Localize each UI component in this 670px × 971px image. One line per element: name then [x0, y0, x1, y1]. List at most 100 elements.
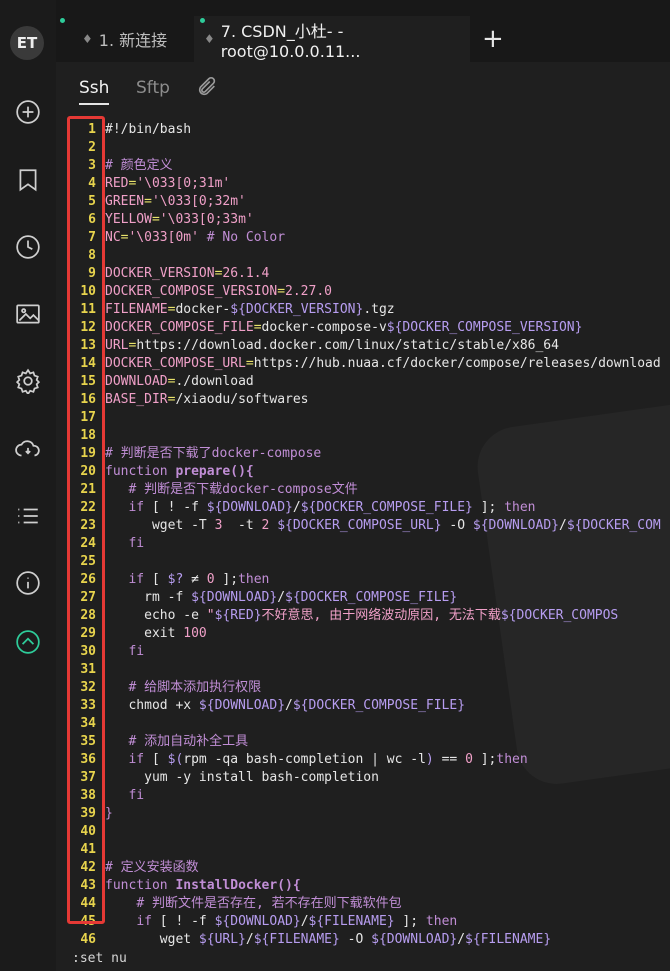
attachment-icon[interactable] — [196, 76, 218, 103]
code-text: # 判断是否下载docker-compose文件 — [105, 481, 358, 499]
code-token: then — [496, 752, 528, 767]
code-token: ${DOCKER_COM — [566, 518, 661, 533]
code-token: # 给脚本添加执行权限 — [128, 680, 262, 695]
code-token: ${DOCKER_COMPOSE_VERSION} — [386, 320, 583, 335]
code-text: NC='\033[0m' # No Color — [105, 229, 285, 247]
code-token: ]; — [472, 500, 505, 515]
code-text: DOCKER_COMPOSE_FILE=docker-compose-v${DO… — [105, 319, 582, 337]
code-token: ${DOWNLOAD} — [472, 518, 559, 533]
code-token: [ ! -f — [144, 500, 207, 515]
gear-icon[interactable] — [14, 367, 42, 395]
add-circle-icon[interactable] — [14, 98, 42, 126]
code-token: ]; — [472, 752, 497, 767]
code-token: ]; — [214, 572, 239, 587]
watermark-logo — [472, 390, 670, 790]
code-token: $( — [167, 752, 184, 767]
code-token: '\033[0m' — [128, 230, 199, 245]
code-text: if [ $? ≠ 0 ];then — [105, 571, 269, 589]
code-token: chmod +x — [105, 698, 199, 713]
code-text: chmod +x ${DOWNLOAD}/${DOCKER_COMPOSE_FI… — [105, 697, 465, 715]
code-text: # 判断是否下载了docker-compose — [105, 445, 321, 463]
code-token: = — [253, 320, 262, 335]
tab-label: 1. 新连接 — [98, 31, 168, 50]
code-token: DOCKER_VERSION — [105, 266, 215, 281]
tab-bar: ♦ 1. 新连接 ♦ 7. CSDN_小杜- - root@10.0.0.11.… — [56, 0, 670, 62]
code-text: DOCKER_VERSION=26.1.4 — [105, 265, 269, 283]
code-token: function — [105, 878, 176, 893]
code-text: # 判断文件是否存在, 若不存在则下载软件包 — [105, 895, 401, 913]
code-token: fi — [128, 536, 145, 551]
code-token: # 判断是否下载docker-compose文件 — [128, 482, 358, 497]
code-token: = — [245, 356, 254, 371]
code-token: fi — [128, 788, 145, 803]
code-token: if — [128, 752, 145, 767]
code-token: wget — [105, 932, 199, 947]
line-number-highlight-box — [67, 116, 105, 924]
code-token: ${DOWNLOAD} — [371, 932, 458, 947]
code-token: / — [457, 932, 466, 947]
code-token: 26.1.4 — [222, 266, 270, 281]
code-text: if [ ! -f ${DOWNLOAD}/${FILENAME} ]; the… — [105, 913, 457, 931]
code-token: ${FILENAME} — [253, 932, 340, 947]
cloud-sync-icon[interactable] — [14, 435, 42, 463]
code-token: / — [277, 590, 286, 605]
code-token: if — [128, 572, 145, 587]
code-text: DOCKER_COMPOSE_URL=https://hub.nuaa.cf/d… — [105, 355, 661, 373]
code-token: = — [277, 284, 286, 299]
code-token: then — [238, 572, 270, 587]
code-token: ${DOCKER_COMPOSE_FILE} — [285, 590, 458, 605]
vim-command-line[interactable]: :set nu — [56, 950, 670, 971]
code-token: ${DOCKER_COMPOSE_URL} — [277, 518, 442, 533]
code-token: RED — [105, 176, 129, 191]
code-token: DOCKER_COMPOSE_URL — [105, 356, 246, 371]
code-token: ${DOCKER_VERSION} — [230, 302, 364, 317]
code-token: -O — [441, 518, 473, 533]
image-icon[interactable] — [14, 300, 42, 328]
code-token: ${DOWNLOAD} — [214, 914, 301, 929]
code-token: yum -y install bash-completion — [105, 770, 379, 785]
code-token: / — [245, 932, 254, 947]
code-token: ./download — [175, 374, 254, 389]
code-token: URL — [105, 338, 129, 353]
terminal-editor[interactable]: 1 #!/bin/bash 2 3 # 颜色定义 4 RED='\033[0;31m' 5 GR… — [56, 110, 670, 950]
code-token: # 判断是否下载了docker-compose — [105, 446, 322, 461]
code-text: exit 100 — [105, 625, 207, 643]
chevron-up-circle-icon[interactable] — [14, 628, 42, 656]
code-token: '\033[0;31m' — [136, 176, 231, 191]
new-tab-button[interactable]: + — [482, 26, 504, 52]
status-dot — [60, 18, 65, 23]
code-token: https://download.docker.com/linux/static… — [136, 338, 559, 353]
bookmark-icon[interactable] — [14, 166, 42, 194]
code-token: $? — [167, 572, 184, 587]
code-token: -t — [222, 518, 262, 533]
app-logo[interactable]: ET — [10, 26, 44, 60]
line-number: 46 — [80, 932, 96, 947]
code-token: # 颜色定义 — [105, 158, 173, 173]
code-token: } — [105, 806, 113, 821]
list-icon[interactable] — [14, 502, 42, 530]
tab-new-connection[interactable]: ♦ 1. 新连接 — [60, 16, 196, 62]
code-text: fi — [105, 787, 144, 805]
code-token: fi — [128, 644, 145, 659]
code-token: then — [425, 914, 458, 929]
code-text: fi — [105, 643, 144, 661]
tab-ssh[interactable]: Ssh — [79, 78, 110, 105]
code-text: # 添加自动补全工具 — [105, 733, 248, 751]
code-token: " — [206, 608, 215, 623]
code-text: function prepare(){ — [105, 463, 254, 481]
code-token: 0 — [206, 572, 215, 587]
tab-sftp[interactable]: Sftp — [136, 78, 170, 98]
code-token: ${DOCKER_COMPOSE_FILE} — [300, 500, 473, 515]
code-text: DOCKER_COMPOSE_VERSION=2.27.0 — [105, 283, 332, 301]
code-token: -O — [339, 932, 372, 947]
code-text: wget ${URL}/${FILENAME} -O ${DOWNLOAD}/$… — [105, 931, 551, 949]
clock-icon[interactable] — [14, 233, 42, 261]
code-token: InstallDocker(){ — [175, 878, 301, 893]
tab-ssh-session[interactable]: ♦ 7. CSDN_小杜- - root@10.0.0.11... — [194, 16, 470, 62]
code-token: ${FILENAME} — [465, 932, 552, 947]
info-icon[interactable] — [14, 569, 42, 597]
code-token: 0 — [465, 752, 473, 767]
